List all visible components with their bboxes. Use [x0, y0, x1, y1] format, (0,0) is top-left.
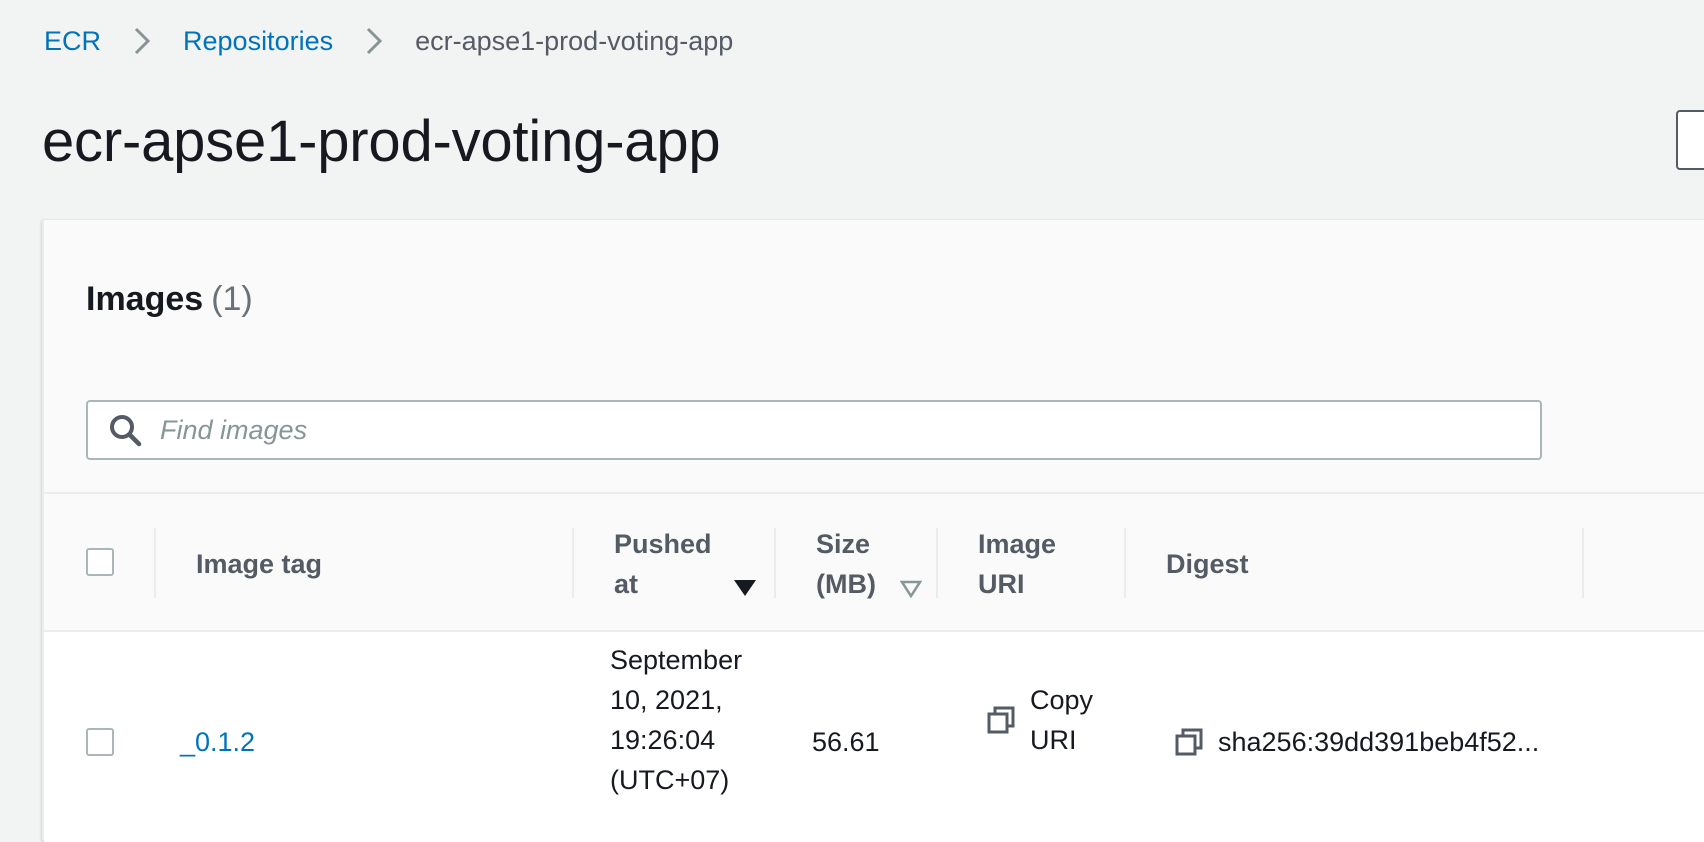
pushed-at-line-1: September	[610, 645, 743, 675]
breadcrumb-repositories[interactable]: Repositories	[183, 26, 333, 57]
page-title: ecr-apse1-prod-voting-app	[42, 109, 721, 174]
column-divider	[1124, 528, 1126, 598]
column-divider	[572, 528, 574, 598]
copy-icon	[987, 706, 1015, 734]
column-image-tag[interactable]: Image tag	[196, 494, 496, 634]
pushed-at-line-3: 19:26:04	[610, 725, 716, 755]
pushed-at-cell: September 10, 2021, 19:26:04 (UTC+07)	[610, 640, 742, 800]
images-title: Images	[86, 280, 204, 318]
digest-value: sha256:39dd391beb4f52...	[1218, 727, 1540, 757]
column-size-label-2: (MB)	[816, 569, 876, 599]
column-size-label-1: Size	[816, 529, 871, 559]
select-all-checkbox[interactable]	[86, 548, 114, 576]
table-header: Image tag Pushed at Size (MB) Image URI …	[44, 492, 1704, 632]
row-checkbox[interactable]	[86, 728, 114, 756]
column-image-tag-label: Image tag	[196, 549, 323, 579]
breadcrumb: ECR Repositories ecr-apse1-prod-voting-a…	[44, 22, 733, 60]
image-tag-cell: _0.1.2	[180, 722, 255, 762]
breadcrumb-current: ecr-apse1-prod-voting-app	[415, 25, 734, 56]
column-divider	[774, 528, 776, 598]
image-tag-link[interactable]: _0.1.2	[180, 722, 255, 762]
chevron-right-icon	[355, 22, 393, 60]
column-divider	[154, 528, 156, 598]
images-panel-title: Images (1)	[86, 280, 253, 319]
column-image-uri-label-1: Image	[978, 529, 1057, 559]
column-size[interactable]: Size (MB)	[816, 494, 916, 634]
column-pushed-at-label-2: at	[614, 569, 639, 599]
column-pushed-at[interactable]: Pushed at	[614, 494, 774, 634]
search-input[interactable]	[160, 414, 1460, 446]
copy-uri-label-1: Copy	[1030, 685, 1094, 715]
copy-uri-label-2: URI	[1030, 725, 1077, 755]
column-divider	[1582, 528, 1584, 598]
header-action-button[interactable]	[1676, 110, 1704, 170]
copy-icon[interactable]	[1174, 727, 1204, 757]
chevron-right-icon	[123, 22, 161, 60]
column-divider	[936, 528, 938, 598]
column-image-uri-label-2: URI	[978, 569, 1025, 599]
table-row: _0.1.2 September 10, 2021, 19:26:04 (UTC…	[44, 632, 1704, 842]
images-panel: Images(1) Image tag Pushed at Size	[42, 220, 1704, 842]
search-icon	[110, 415, 142, 447]
pushed-at-line-2: 10, 2021,	[610, 685, 723, 715]
images-count: (1)	[211, 280, 253, 318]
column-digest-label: Digest	[1166, 549, 1249, 579]
caret-down-filled-icon[interactable]	[732, 578, 758, 598]
size-cell: 56.61	[812, 722, 880, 762]
column-digest[interactable]: Digest	[1166, 494, 1466, 634]
pushed-at-line-4: (UTC+07)	[610, 765, 730, 795]
search-box[interactable]	[86, 400, 1542, 460]
column-image-uri[interactable]: Image URI	[978, 494, 1118, 634]
column-pushed-at-label-1: Pushed	[614, 529, 712, 559]
caret-down-outline-icon[interactable]	[900, 580, 922, 598]
digest-cell[interactable]: sha256:39dd391beb4f52...	[1174, 722, 1539, 762]
breadcrumb-ecr[interactable]: ECR	[44, 26, 101, 57]
size-value: 56.61	[812, 727, 880, 757]
copy-uri-button[interactable]: Copy URI	[986, 680, 1093, 760]
